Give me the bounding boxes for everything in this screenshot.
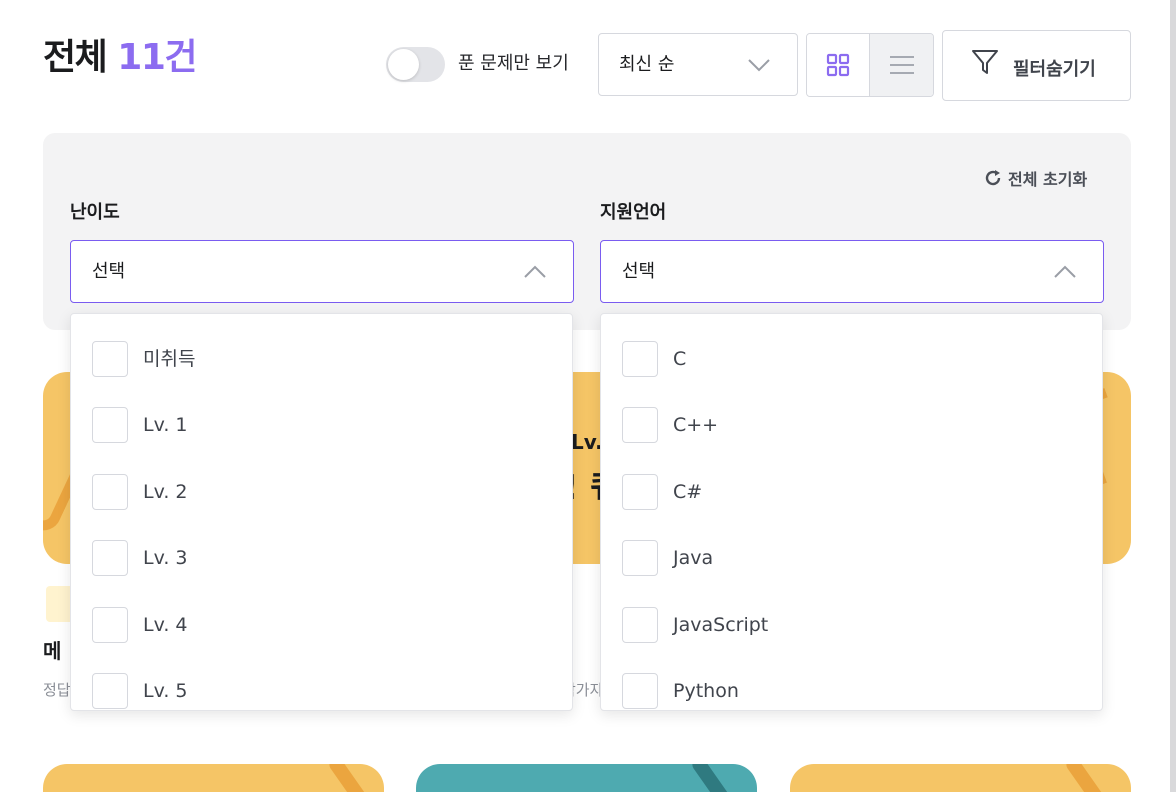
solved-only-toggle[interactable] <box>386 47 445 82</box>
checkbox[interactable] <box>92 407 128 443</box>
difficulty-option[interactable]: Lv. 1 <box>92 407 188 443</box>
option-label: Lv. 4 <box>143 614 188 636</box>
hide-filter-label: 필터숨기기 <box>1013 59 1096 80</box>
language-label: 지원언어 <box>600 202 667 223</box>
banner-text: Lv. <box>571 430 603 454</box>
page-title-count: 11건 <box>117 37 197 78</box>
list-view-button[interactable] <box>870 34 933 96</box>
chevron-up-icon <box>1053 263 1077 285</box>
toggle-knob <box>388 49 419 80</box>
option-label: Lv. 2 <box>143 481 188 503</box>
view-mode-toggle <box>806 33 934 97</box>
difficulty-option[interactable]: Lv. 4 <box>92 607 188 643</box>
language-option[interactable]: Python <box>622 673 739 709</box>
refresh-icon <box>985 170 1001 186</box>
filter-icon <box>971 48 999 80</box>
language-option[interactable]: JavaScript <box>622 607 768 643</box>
challenge-card[interactable] <box>790 764 1131 792</box>
checkbox[interactable] <box>622 341 658 377</box>
option-label: Lv. 1 <box>143 414 188 436</box>
card-decoration <box>327 764 373 792</box>
checkbox[interactable] <box>92 341 128 377</box>
difficulty-option[interactable]: Lv. 2 <box>92 474 188 510</box>
checkbox[interactable] <box>622 607 658 643</box>
difficulty-select[interactable]: 선택 <box>70 240 574 303</box>
checkbox[interactable] <box>92 673 128 709</box>
grid-view-button[interactable] <box>807 34 870 96</box>
language-dropdown: C C++ C# Java JavaScript Python <box>600 313 1103 711</box>
option-label: C <box>673 348 687 370</box>
card-decoration <box>690 764 736 792</box>
challenge-card[interactable] <box>416 764 757 792</box>
reset-all-label: 전체 초기화 <box>1008 170 1088 189</box>
checkbox[interactable] <box>622 407 658 443</box>
checkbox[interactable] <box>92 474 128 510</box>
page-title-prefix: 전체 <box>43 37 108 78</box>
difficulty-dropdown: 미취득 Lv. 1 Lv. 2 Lv. 3 Lv. 4 Lv. 5 <box>70 313 573 711</box>
language-option[interactable]: C++ <box>622 407 718 443</box>
option-label: C++ <box>673 414 719 436</box>
card-title[interactable]: 메 <box>43 638 61 664</box>
language-option[interactable]: Java <box>622 540 713 576</box>
checkbox[interactable] <box>92 540 128 576</box>
sort-select[interactable]: 최신 순 <box>598 33 798 96</box>
checkbox[interactable] <box>622 673 658 709</box>
option-label: Java <box>673 547 714 569</box>
difficulty-option[interactable]: Lv. 3 <box>92 540 188 576</box>
language-select[interactable]: 선택 <box>600 240 1104 303</box>
option-label: Lv. 3 <box>143 547 188 569</box>
option-label: JavaScript <box>673 614 769 636</box>
difficulty-label: 난이도 <box>70 202 120 223</box>
reset-all-button[interactable]: 전체 초기화 <box>984 166 1087 190</box>
option-label: Python <box>673 680 739 702</box>
solved-only-toggle-label: 푼 문제만 보기 <box>458 53 569 74</box>
option-label: Lv. 5 <box>143 680 188 702</box>
page-title: 전체 11건 <box>43 36 198 80</box>
card-decoration <box>1064 764 1110 792</box>
difficulty-option[interactable]: 미취득 <box>92 341 195 377</box>
language-select-value: 선택 <box>622 261 656 282</box>
card-meta: 정답 <box>43 681 71 699</box>
difficulty-select-value: 선택 <box>92 261 126 282</box>
list-icon <box>889 56 914 74</box>
difficulty-option[interactable]: Lv. 5 <box>92 673 188 709</box>
sort-select-value: 최신 순 <box>619 54 675 75</box>
chevron-down-icon <box>747 56 771 78</box>
language-option[interactable]: C# <box>622 474 702 510</box>
option-label: C# <box>673 481 703 503</box>
option-label: 미취득 <box>143 348 196 370</box>
checkbox[interactable] <box>622 540 658 576</box>
checkbox[interactable] <box>622 474 658 510</box>
checkbox[interactable] <box>92 607 128 643</box>
challenge-card[interactable] <box>43 764 384 792</box>
page-scrollbar[interactable] <box>1170 0 1176 792</box>
chevron-up-icon <box>523 263 547 285</box>
hide-filter-button[interactable]: 필터숨기기 <box>942 30 1131 101</box>
language-option[interactable]: C <box>622 341 686 377</box>
grid-icon <box>826 53 850 77</box>
